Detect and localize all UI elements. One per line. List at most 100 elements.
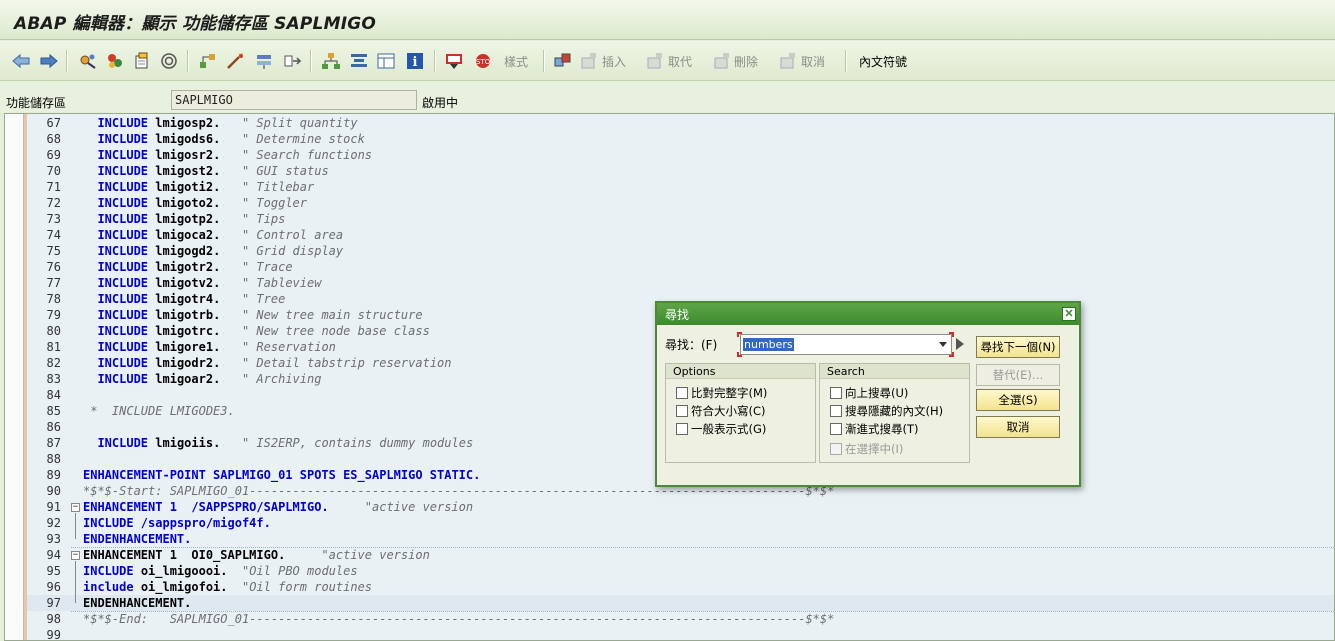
replace-button[interactable]: 取代 <box>668 53 692 70</box>
display-change-icon[interactable] <box>104 51 126 71</box>
keyword: INCLUDE <box>97 308 149 322</box>
identifier: lmigoar2. <box>155 372 221 386</box>
select-all-button[interactable]: 全選(S) <box>976 389 1060 411</box>
where-used-icon[interactable] <box>158 51 180 71</box>
comment: " Tips <box>241 212 286 226</box>
line-code: INCLUDE lmigoti2. " Titlebar <box>83 179 314 195</box>
code-line: 75 INCLUDE lmigogd2. " Grid display <box>27 243 1334 259</box>
incremental-search-checkbox[interactable]: 漸進式搜尋(T) <box>830 421 919 437</box>
identifier: lmigotp2. <box>155 212 221 226</box>
collapse-icon[interactable]: − <box>71 503 80 512</box>
line-code: INCLUDE oi_lmigoooi. "Oil PBO modules <box>83 563 358 579</box>
navigate-icon[interactable] <box>282 51 304 71</box>
line-code: INCLUDE lmigoca2. " Control area <box>83 227 343 243</box>
line-number: 77 <box>46 276 61 290</box>
comment: " New tree main structure <box>241 308 423 322</box>
identifier: lmigotr2. <box>155 260 221 274</box>
line-code: INCLUDE lmigoiis. " IS2ERP, contains dum… <box>83 435 473 451</box>
cancel-button[interactable]: 取消 <box>976 416 1060 438</box>
comment: " Control area <box>241 228 344 242</box>
comment: " Tree <box>241 292 286 306</box>
code-line: 68 INCLUDE lmigods6. " Determine stock <box>27 131 1334 147</box>
line-number: 73 <box>46 212 61 226</box>
statement: ENDENHANCEMENT. <box>83 532 192 546</box>
match-case-checkbox[interactable]: 符合大小寫(C) <box>676 403 766 419</box>
comment: " Archiving <box>241 372 322 386</box>
mark-icon[interactable]: STO <box>472 51 494 71</box>
options-group: Options 比對完整字(M) 符合大小寫(C) 一般表示式(G) <box>665 363 816 463</box>
identifier: oi_lmigoooi. <box>140 564 228 578</box>
undo-button[interactable]: 取消 <box>801 53 825 70</box>
module-row: 功能儲存區 SAPLMIGO 啟用中 <box>0 82 1335 112</box>
search-hidden-checkbox[interactable]: 搜尋隱藏的內文(H) <box>830 403 943 419</box>
pretty-printer-icon[interactable] <box>224 51 246 71</box>
fold-bracket <box>75 561 76 603</box>
line-number: 85 <box>46 404 61 418</box>
inline-symbols-button[interactable]: 內文符號 <box>859 53 907 70</box>
identifier: oi_lmigofoi. <box>140 580 228 594</box>
info-icon[interactable]: i <box>404 51 426 71</box>
code-line: 76 INCLUDE lmigotr2. " Trace <box>27 259 1334 275</box>
identifier: lmigotr4. <box>155 292 221 306</box>
style-button[interactable]: 樣式 <box>504 53 528 70</box>
comment-line: *$*$-End: SAPLMIGO_01-------------------… <box>83 612 835 626</box>
other-object-icon[interactable] <box>77 51 99 71</box>
keyword: INCLUDE <box>97 132 149 146</box>
identifier: lmigosp2. <box>155 116 221 130</box>
line-number: 98 <box>46 612 61 626</box>
keyword: INCLUDE <box>97 212 149 226</box>
match-whole-word-checkbox[interactable]: 比對完整字(M) <box>676 385 767 401</box>
object-list-icon[interactable] <box>197 51 219 71</box>
line-code: INCLUDE lmigotp2. " Tips <box>83 211 285 227</box>
line-number: 71 <box>46 180 61 194</box>
layout-icon[interactable] <box>375 51 397 71</box>
chevron-down-icon[interactable] <box>939 342 947 347</box>
keyword: include <box>83 580 134 594</box>
comment: "Oil form routines <box>241 580 373 594</box>
line-code: INCLUDE lmigotv2. " Tableview <box>83 275 321 291</box>
fold-bracket <box>75 513 76 539</box>
search-up-checkbox[interactable]: 向上搜尋(U) <box>830 385 908 401</box>
insert-button[interactable]: 插入 <box>602 53 626 70</box>
line-number: 86 <box>46 420 61 434</box>
close-icon[interactable]: ✕ <box>1062 307 1076 321</box>
keyword: INCLUDE <box>97 372 149 386</box>
block-icon[interactable] <box>552 51 574 71</box>
play-icon[interactable] <box>956 338 964 350</box>
line-code: INCLUDE lmigoto2. " Toggler <box>83 195 307 211</box>
delete-button[interactable]: 刪除 <box>734 53 758 70</box>
line-number: 95 <box>46 564 61 578</box>
check-icon[interactable] <box>253 51 275 71</box>
back-arrow-icon[interactable] <box>10 51 32 71</box>
collapse-icon[interactable]: − <box>71 551 80 560</box>
line-code: INCLUDE lmigogd2. " Grid display <box>83 243 343 259</box>
comment: " Titlebar <box>241 180 315 194</box>
code-line: 91 ENHANCEMENT 1 /SAPPSPRO/SAPLMIGO. "act… <box>27 499 1334 515</box>
line-number: 74 <box>46 228 61 242</box>
identifier: lmigosr2. <box>155 148 221 162</box>
forward-arrow-icon[interactable] <box>38 51 60 71</box>
line-code: INCLUDE /sappspro/migof4f. <box>83 515 271 531</box>
comment: " Tableview <box>241 276 322 290</box>
active-inactive-icon[interactable] <box>131 51 153 71</box>
line-number: 78 <box>46 292 61 306</box>
line-number: 87 <box>46 436 61 450</box>
code-line: 94 ENHANCEMENT 1 OI0_SAPLMIGO. "active ve… <box>27 547 1334 563</box>
code-line: 72 INCLUDE lmigoto2. " Toggler <box>27 195 1334 211</box>
line-number: 89 <box>46 468 61 482</box>
find-input[interactable]: numbers <box>740 334 952 355</box>
window-title: ABAP 編輯器：顯示 功能儲存區 SAPLMIGO <box>14 14 377 34</box>
hierarchy-icon[interactable] <box>320 51 342 71</box>
keyword: INCLUDE <box>97 340 149 354</box>
find-next-button[interactable]: 尋找下一個(N) <box>976 336 1060 358</box>
keyword: INCLUDE <box>97 148 149 162</box>
block-separator <box>71 611 1334 612</box>
keyword: INCLUDE <box>97 164 149 178</box>
outline-icon[interactable] <box>348 51 370 71</box>
comment: " Grid display <box>241 244 344 258</box>
line-code: include oi_lmigofoi. "Oil form routines <box>83 579 372 595</box>
replace-line-icon <box>647 53 662 69</box>
regex-checkbox[interactable]: 一般表示式(G) <box>676 421 766 437</box>
comment: " IS2ERP, contains dummy modules <box>241 436 474 450</box>
pattern-icon[interactable] <box>443 51 465 71</box>
